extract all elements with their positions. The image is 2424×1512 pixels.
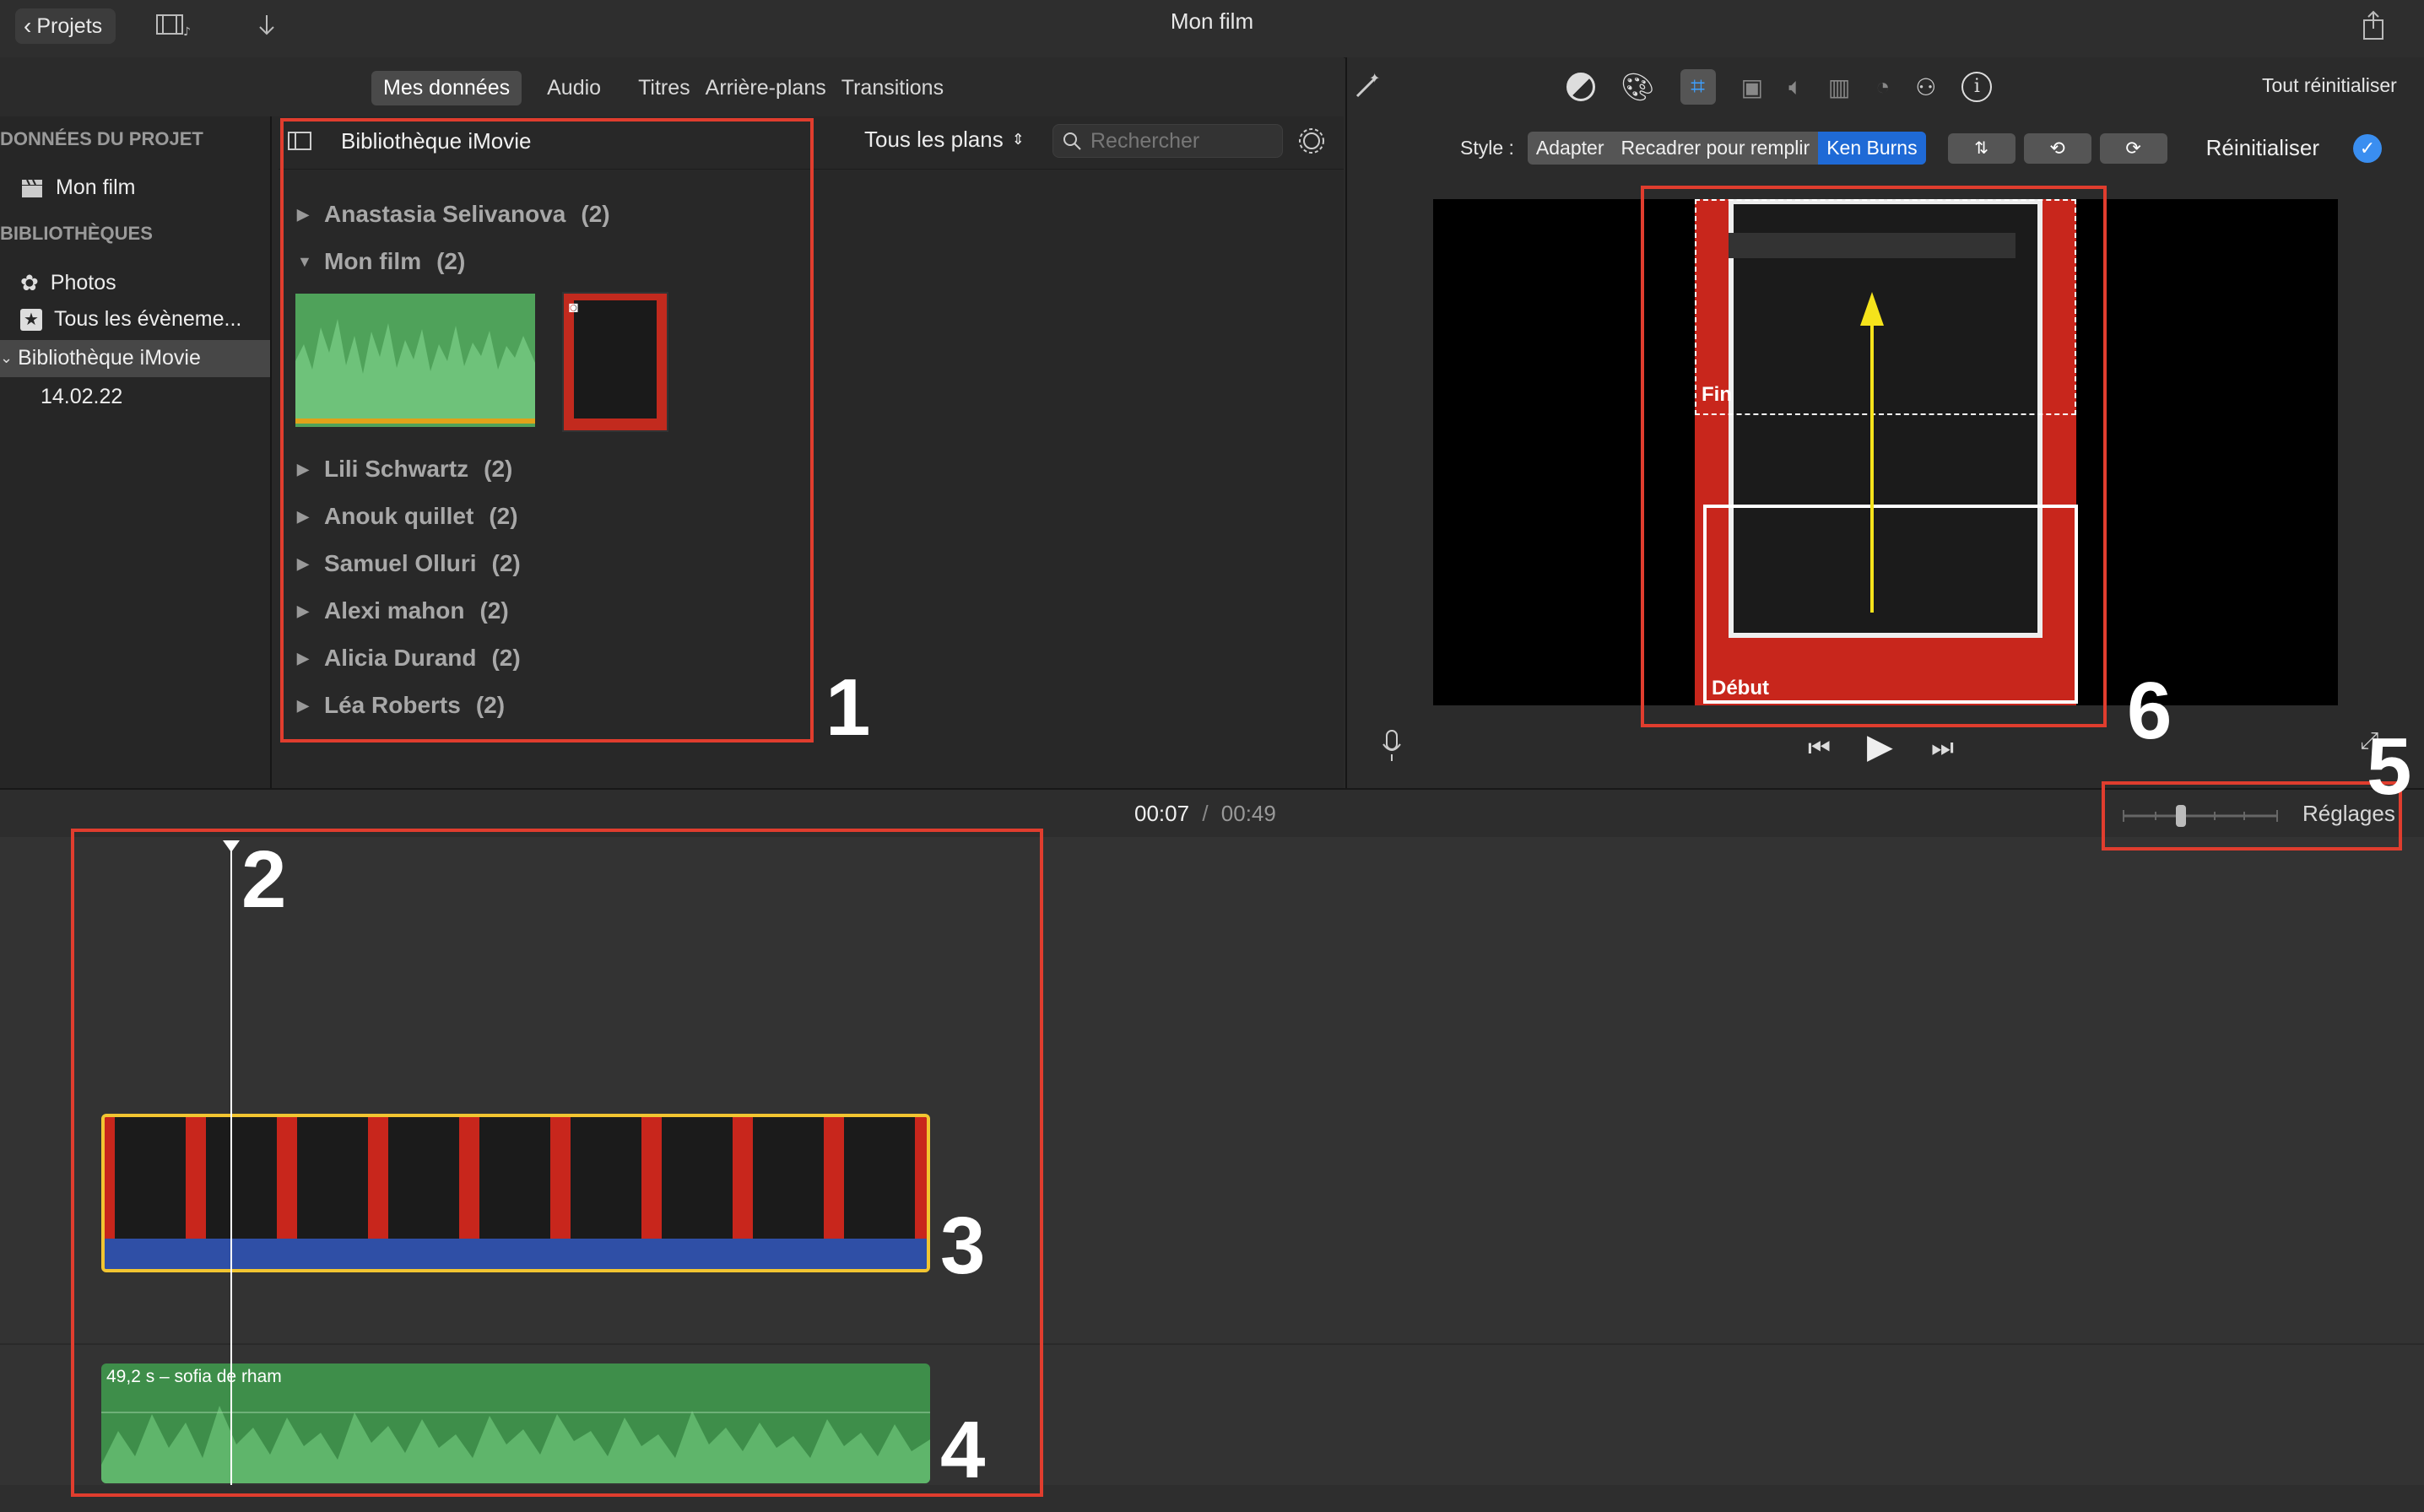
star-icon: ★ [20, 308, 42, 331]
clapper-icon [22, 179, 42, 197]
play-icon[interactable]: ▶ [1867, 727, 1893, 766]
callout-box-1 [280, 118, 814, 742]
tab-audio[interactable]: Audio [535, 71, 613, 105]
section-libraries-heading: BIBLIOTHÈQUES [0, 223, 153, 244]
callout-box-2 [71, 829, 1043, 1497]
info-icon[interactable]: i [1961, 72, 1993, 102]
callout-number-4: 4 [940, 1405, 986, 1495]
color-palette-icon[interactable]: 🎨︎ [1621, 71, 1655, 103]
callout-box-5 [2102, 781, 2402, 850]
sidebar-item-label: Bibliothèque iMovie [18, 346, 201, 370]
timecode-display: 00:07 / 00:49 [1134, 801, 1276, 827]
window-title: Mon film [1170, 8, 1254, 34]
style-segmented-control: Adapter Recadrer pour remplir Ken Burns [1527, 132, 1926, 165]
sidebar-item-mon-film[interactable]: Mon film [20, 176, 135, 200]
equalizer-icon[interactable]: ▥ [1828, 73, 1850, 101]
style-label: Style : [1460, 137, 1514, 159]
callout-number-2: 2 [241, 834, 287, 925]
clips-filter-dropdown[interactable]: Tous les plans ⇕ [864, 127, 1025, 153]
callout-number-5: 5 [2367, 721, 2412, 812]
sidebar-item-label: 14.02.22 [41, 385, 123, 408]
callout-number-1: 1 [825, 662, 871, 753]
search-input[interactable]: Rechercher [1052, 124, 1283, 158]
swap-start-end-button[interactable]: ⇅ [1947, 132, 2015, 164]
filter-label: Tous les plans [864, 127, 1004, 152]
stabilization-icon[interactable]: ▣ [1741, 73, 1763, 101]
style-option-ken-burns[interactable]: Ken Burns [1818, 132, 1926, 165]
sidebar-item-photos[interactable]: ✿ Photos [20, 270, 116, 296]
sidebar-item-label: Photos [50, 271, 116, 294]
style-option-adapter[interactable]: Adapter [1528, 132, 1613, 165]
photos-icon: ✿ [20, 270, 39, 295]
chevron-down-icon: ⌄ [0, 349, 14, 366]
callout-number-3: 3 [940, 1201, 986, 1291]
skip-forward-icon[interactable]: ⏭︎ [1931, 734, 1954, 763]
libraries-sidebar [0, 116, 272, 788]
crop-icon[interactable]: ⌗ [1680, 69, 1716, 105]
svg-text:✦: ✦ [1369, 71, 1380, 86]
callout-box-6 [1641, 186, 2107, 727]
sidebar-item-imovie-library[interactable]: ⌄ Bibliothèque iMovie [0, 346, 201, 370]
magic-wand-icon[interactable]: ✦ [1352, 70, 1382, 101]
skip-back-icon[interactable]: ⏮︎ [1808, 734, 1831, 763]
filter-icon[interactable]: ⚇ [1915, 73, 1936, 101]
viewer-tools: 🎨︎ ⌗ ▣ 🔈︎ ▥ ◔ ⚇ i [1566, 69, 1993, 105]
volume-icon[interactable]: 🔈︎ [1788, 73, 1803, 101]
sidebar-item-all-events[interactable]: ★ Tous les évèneme... [20, 307, 241, 332]
sidebar-item-label: Mon film [56, 176, 136, 199]
style-option-recadrer[interactable]: Recadrer pour remplir [1612, 132, 1818, 165]
rotate-left-button[interactable]: ⟲ [2023, 132, 2091, 164]
tab-transitions[interactable]: Transitions [830, 71, 955, 105]
sidebar-item-event-date[interactable]: 14.02.22 [41, 385, 122, 409]
reset-button[interactable]: Réinitialiser [2206, 135, 2319, 161]
microphone-icon[interactable] [1381, 729, 1403, 763]
search-placeholder: Rechercher [1090, 128, 1200, 153]
gear-icon[interactable] [1296, 125, 1328, 157]
total-time: 00:49 [1220, 801, 1276, 826]
speed-icon[interactable]: ◔ [1875, 73, 1890, 100]
rotate-right-button[interactable]: ⟳ [2099, 132, 2167, 164]
callout-number-6: 6 [2127, 666, 2172, 756]
reset-all-button[interactable]: Tout réinitialiser [2262, 74, 2397, 97]
updown-chevron-icon: ⇕ [1011, 131, 1025, 148]
tab-titres[interactable]: Titres [626, 71, 702, 105]
share-icon[interactable] [2360, 8, 2387, 42]
browser-tabs: Mes données Audio Titres Arrière-plans T… [371, 71, 955, 105]
section-project-heading: DONNÉES DU PROJET [0, 128, 203, 149]
search-icon [1063, 132, 1081, 150]
tab-arriere-plans[interactable]: Arrière-plans [694, 71, 838, 105]
color-balance-icon[interactable] [1566, 73, 1595, 101]
tab-mes-donnees[interactable]: Mes données [371, 71, 522, 105]
time-separator: / [1202, 801, 1209, 826]
ken-burns-style-row: Style : Adapter Recadrer pour remplir Ke… [1460, 132, 2382, 165]
sidebar-item-label: Tous les évèneme... [54, 307, 242, 331]
apply-checkmark-icon[interactable]: ✓ [2352, 133, 2382, 163]
current-time: 00:07 [1134, 801, 1190, 826]
